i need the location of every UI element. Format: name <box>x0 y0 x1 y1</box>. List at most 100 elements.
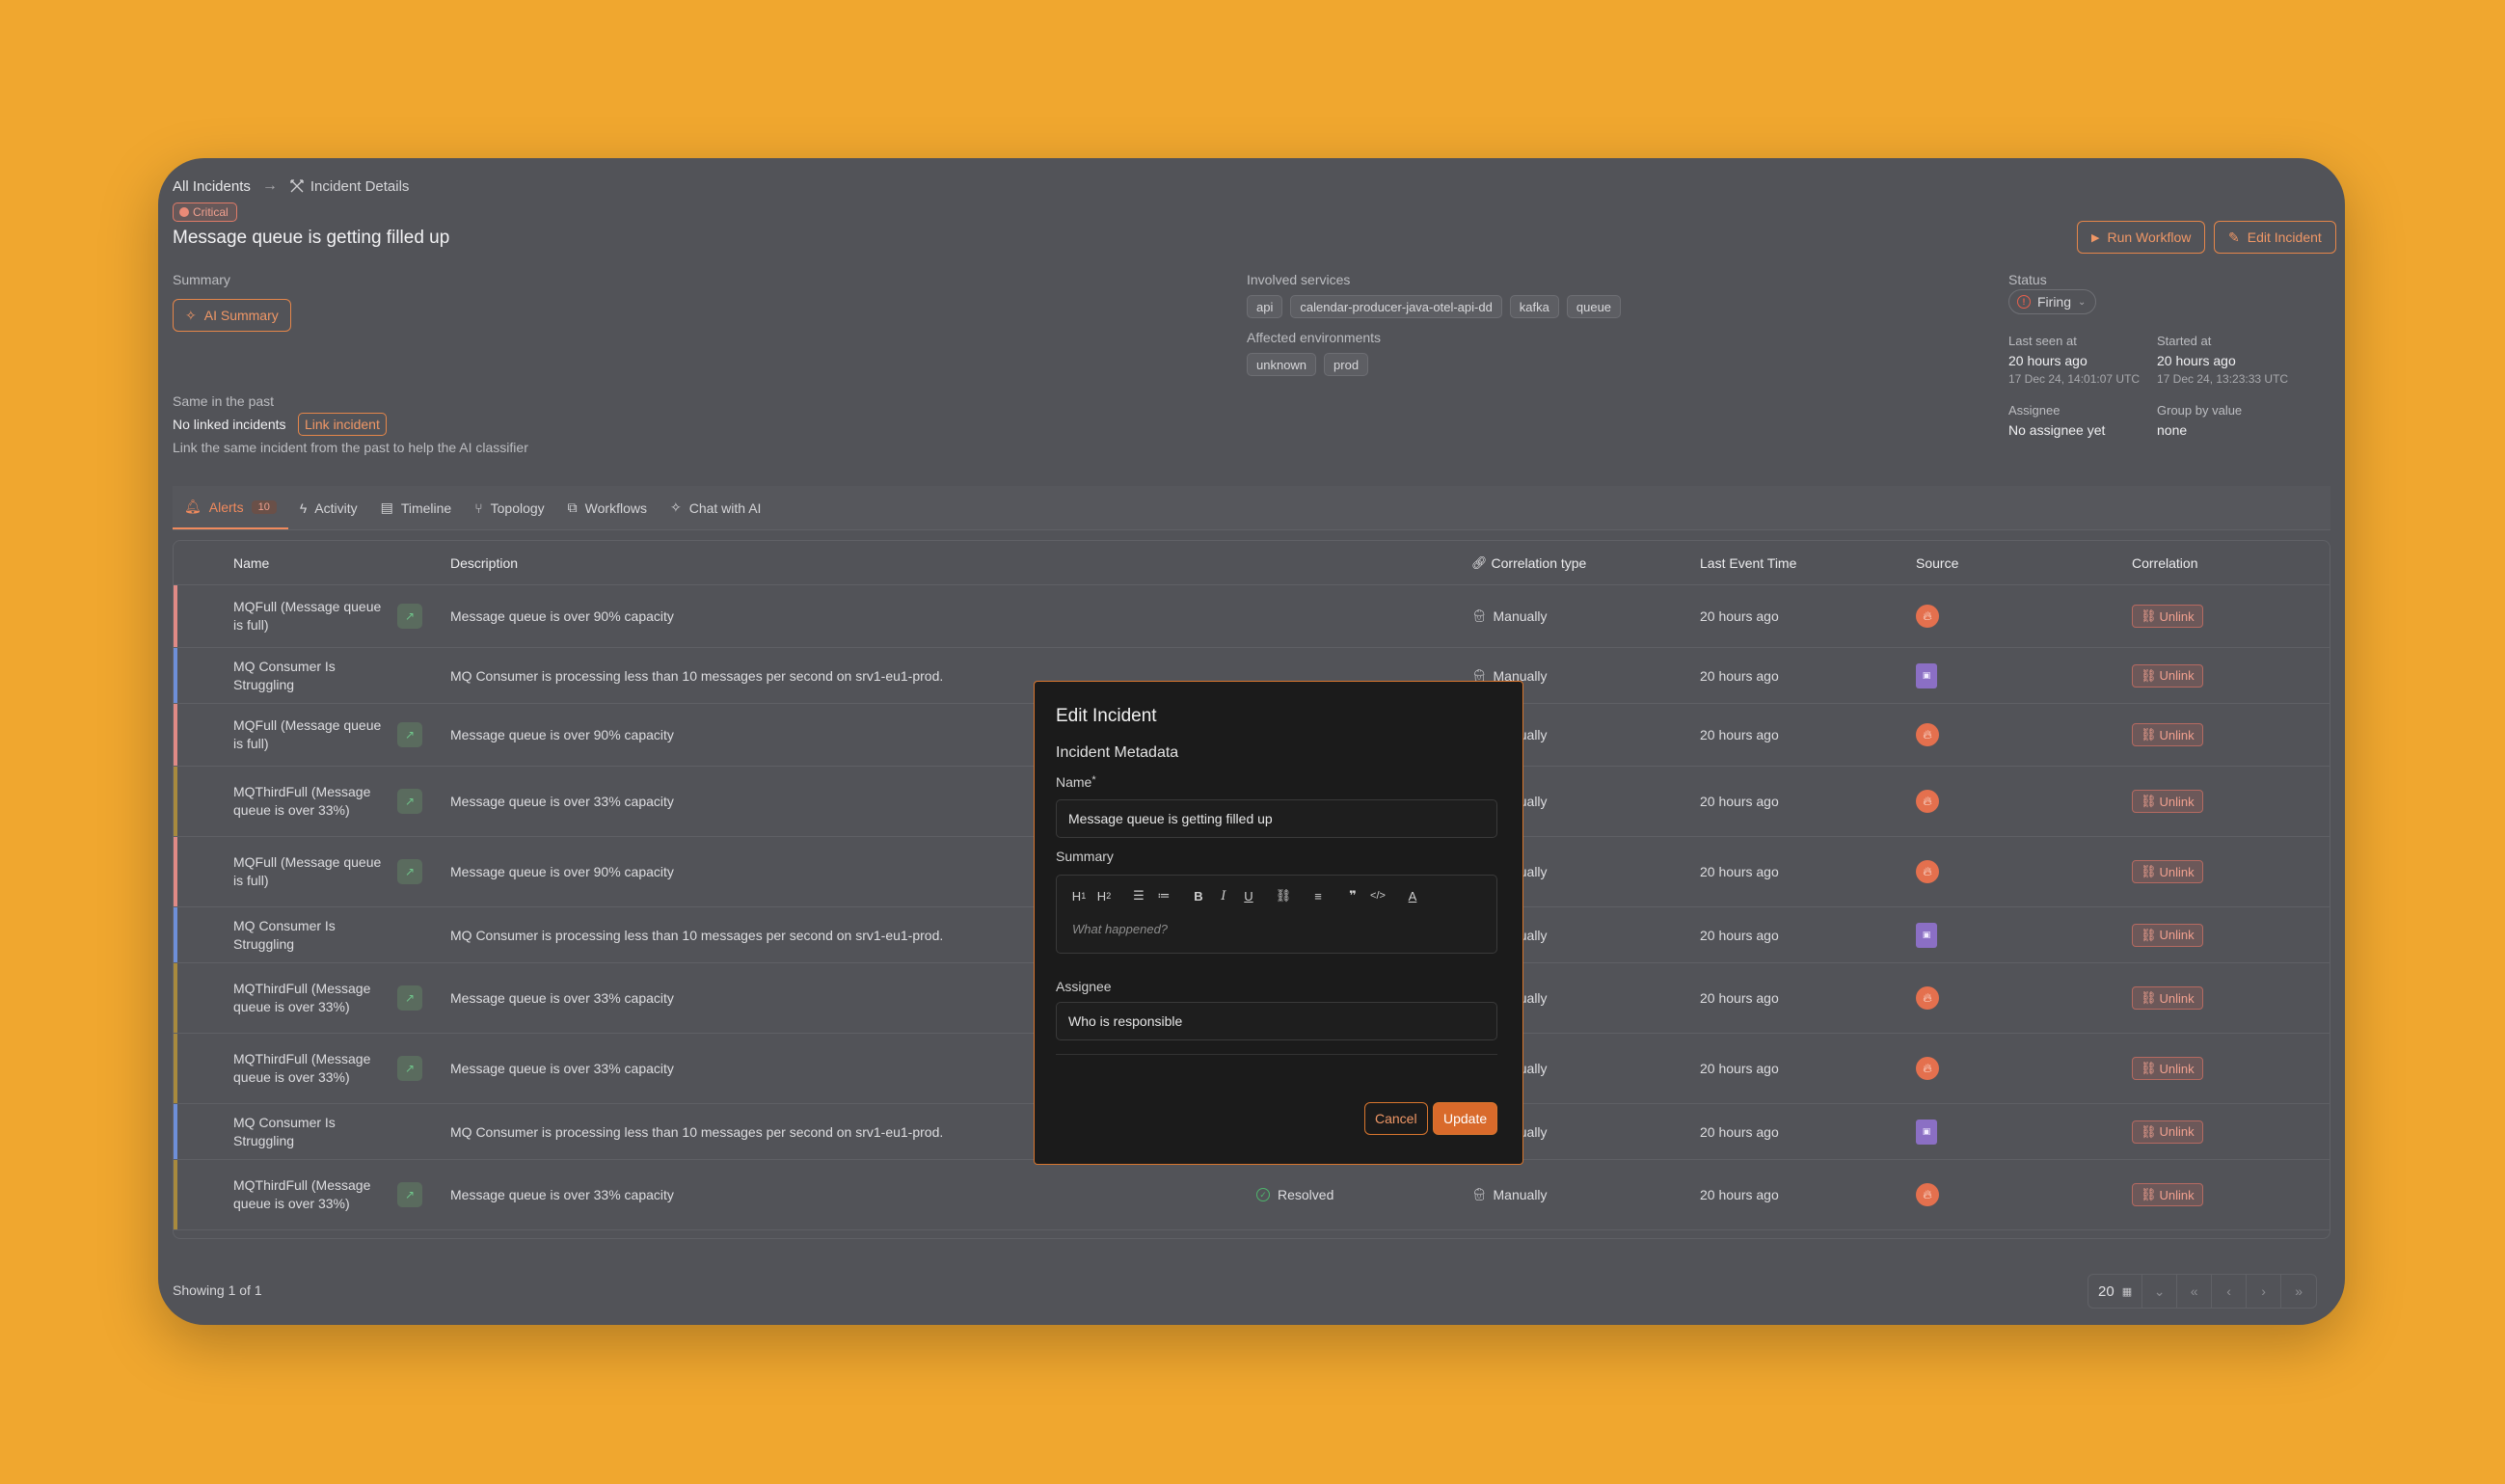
name-input[interactable]: Message queue is getting filled up <box>1056 799 1497 838</box>
unlink-icon: ⛓ <box>2141 794 2157 808</box>
assignee-select[interactable]: Who is responsible <box>1056 1002 1497 1040</box>
source-cell: 🔥︎ <box>1916 1160 1939 1229</box>
modal-title: Edit Incident <box>1056 706 1157 726</box>
past-value: No linked incidents <box>173 417 286 432</box>
code-icon[interactable]: </> <box>1365 884 1390 907</box>
ai-summary-button[interactable]: ✧ AI Summary <box>173 299 291 332</box>
unlink-label: Unlink <box>2159 1187 2195 1202</box>
unlink-button[interactable]: ⛓ Unlink <box>2132 723 2203 746</box>
description-cell: Message queue is over 90% capacity <box>450 864 674 879</box>
unlink-label: Unlink <box>2159 990 2195 1006</box>
external-link-icon[interactable]: ↗ <box>397 722 422 747</box>
last-event-cell: 20 hours ago <box>1700 667 1779 684</box>
ai-summary-label: AI Summary <box>203 308 279 323</box>
summary-editor[interactable]: H1 H2 ☰ ≔ B I U ⛓ ≡ ❞ </> A What happene… <box>1056 875 1497 954</box>
last-event-cell: 20 hours ago <box>1700 727 1779 742</box>
bold-button[interactable]: B <box>1186 884 1211 907</box>
tab-topology[interactable]: ⑂ Topology <box>463 486 555 529</box>
edit-incident-modal: Edit Incident Incident Metadata Name* Me… <box>1034 681 1523 1165</box>
external-link-icon[interactable]: ↗ <box>397 1182 422 1207</box>
severity-bar <box>174 767 177 836</box>
status-dropdown[interactable]: ! Firing ⌄ <box>2008 289 2097 314</box>
unlink-icon: ⛓ <box>2141 608 2157 623</box>
underline-button[interactable]: U <box>1236 884 1261 907</box>
edit-incident-label: Edit Incident <box>2247 229 2322 245</box>
started-relative: 20 hours ago <box>2157 353 2236 368</box>
source-cell: ▣ <box>1916 648 1937 703</box>
unlink-label: Unlink <box>2159 727 2195 742</box>
assignee-value: No assignee yet <box>2008 422 2106 438</box>
link-icon[interactable]: ⛓ <box>1271 884 1296 907</box>
alert-name: MQFull (Message queue is full) <box>233 599 382 633</box>
prometheus-icon: 🔥︎ <box>1916 790 1939 813</box>
unlink-button[interactable]: ⛓ Unlink <box>2132 1183 2203 1206</box>
table-row[interactable]: MQThirdFull (Message queue is over 33%) ↗… <box>174 1160 2330 1230</box>
unlink-button[interactable]: ⛓ Unlink <box>2132 1057 2203 1080</box>
page-size-chevron-icon[interactable]: ⌄ <box>2142 1275 2178 1308</box>
severity-bar <box>174 648 177 703</box>
correlation-cell: ⛓ Unlink <box>2132 648 2203 703</box>
unlink-button[interactable]: ⛓ Unlink <box>2132 663 2203 688</box>
tab-activity[interactable]: ϟ Activity <box>288 486 369 529</box>
breadcrumb-all-incidents[interactable]: All Incidents <box>173 178 251 195</box>
name-cell: MQThirdFull (Message queue is over 33%) ↗ <box>233 963 436 1033</box>
last-event-cell: 20 hours ago <box>1700 608 1779 624</box>
correlation-type-cell: 👷︎ Manually <box>1471 1160 1548 1229</box>
first-page-button[interactable]: « <box>2177 1275 2213 1308</box>
unlink-button[interactable]: ⛓ Unlink <box>2132 1120 2203 1144</box>
unlink-button[interactable]: ⛓ Unlink <box>2132 986 2203 1010</box>
header-correlation-type-label: Correlation type <box>1491 554 1587 571</box>
unlink-button[interactable]: ⛓ Unlink <box>2132 605 2203 628</box>
quote-icon[interactable]: ❞ <box>1340 884 1365 907</box>
external-link-icon[interactable]: ↗ <box>397 789 422 814</box>
summary-field-label: Summary <box>1056 849 1114 864</box>
external-link-icon[interactable]: ↗ <box>397 604 422 629</box>
services-chips: api calendar-producer-java-otel-api-dd k… <box>1247 295 1622 318</box>
external-link-icon[interactable]: ↗ <box>397 859 422 884</box>
text-color-icon[interactable]: A <box>1400 884 1425 907</box>
incident-window: All Incidents → Incident Details Critica… <box>158 158 2345 1325</box>
table-row[interactable]: MQFull (Message queue is full) ↗ Message q… <box>174 585 2330 648</box>
tab-alerts[interactable]: 🔔︎ Alerts 10 <box>173 486 288 529</box>
edit-incident-button[interactable]: ✎ Edit Incident <box>2214 221 2336 254</box>
heading1-button[interactable]: H1 <box>1066 884 1091 907</box>
tab-workflows[interactable]: ⧉ Workflows <box>556 486 659 529</box>
correlation-cell: ⛓ Unlink <box>2132 1104 2203 1159</box>
italic-button[interactable]: I <box>1211 884 1236 907</box>
tab-topology-label: Topology <box>490 499 545 516</box>
alert-name: MQThirdFull (Message queue is over 33%) <box>233 1177 371 1211</box>
cancel-button[interactable]: Cancel <box>1364 1102 1428 1135</box>
last-page-button[interactable]: » <box>2281 1275 2316 1308</box>
header-source: Source <box>1916 554 1959 571</box>
unlink-icon: ⛓ <box>2141 990 2157 1005</box>
header-correlation-type: 🔗︎ Correlation type <box>1471 541 1586 584</box>
external-link-icon[interactable]: ↗ <box>397 1056 422 1081</box>
ordered-list-icon[interactable]: ☰ <box>1126 884 1151 907</box>
past-hint: Link the same incident from the past to … <box>173 440 528 455</box>
align-icon[interactable]: ≡ <box>1306 884 1331 907</box>
unlink-button[interactable]: ⛓ Unlink <box>2132 860 2203 883</box>
name-cell: MQThirdFull (Message queue is over 33%) ↗ <box>233 1160 436 1229</box>
external-link-icon[interactable]: ↗ <box>397 985 422 1011</box>
header-correlation: Correlation <box>2132 554 2198 571</box>
prometheus-icon: 🔥︎ <box>1916 723 1939 746</box>
severity-bar <box>174 1034 177 1103</box>
bullet-list-icon[interactable]: ≔ <box>1151 884 1176 907</box>
tab-timeline[interactable]: ▤ Timeline <box>369 486 464 529</box>
run-workflow-button[interactable]: ▶ Run Workflow <box>2077 221 2206 254</box>
unlink-button[interactable]: ⛓ Unlink <box>2132 790 2203 813</box>
tab-chat-ai[interactable]: ✧ Chat with AI <box>659 486 772 529</box>
link-incident-button[interactable]: Link incident <box>298 413 387 436</box>
name-cell: MQFull (Message queue is full) ↗ <box>233 585 436 647</box>
next-page-button[interactable]: › <box>2247 1275 2282 1308</box>
prev-page-button[interactable]: ‹ <box>2212 1275 2248 1308</box>
heading2-button[interactable]: H2 <box>1091 884 1117 907</box>
summary-placeholder: What happened? <box>1072 922 1169 936</box>
update-button[interactable]: Update <box>1433 1102 1498 1135</box>
prometheus-icon: 🔥︎ <box>1916 605 1939 628</box>
grafana-icon: ▣ <box>1916 662 1937 688</box>
sparkles-icon: ✧ <box>669 499 682 515</box>
unlink-label: Unlink <box>2159 608 2195 624</box>
unlink-button[interactable]: ⛓ Unlink <box>2132 923 2203 947</box>
page-size-select[interactable]: 20 ▦ <box>2088 1275 2143 1308</box>
